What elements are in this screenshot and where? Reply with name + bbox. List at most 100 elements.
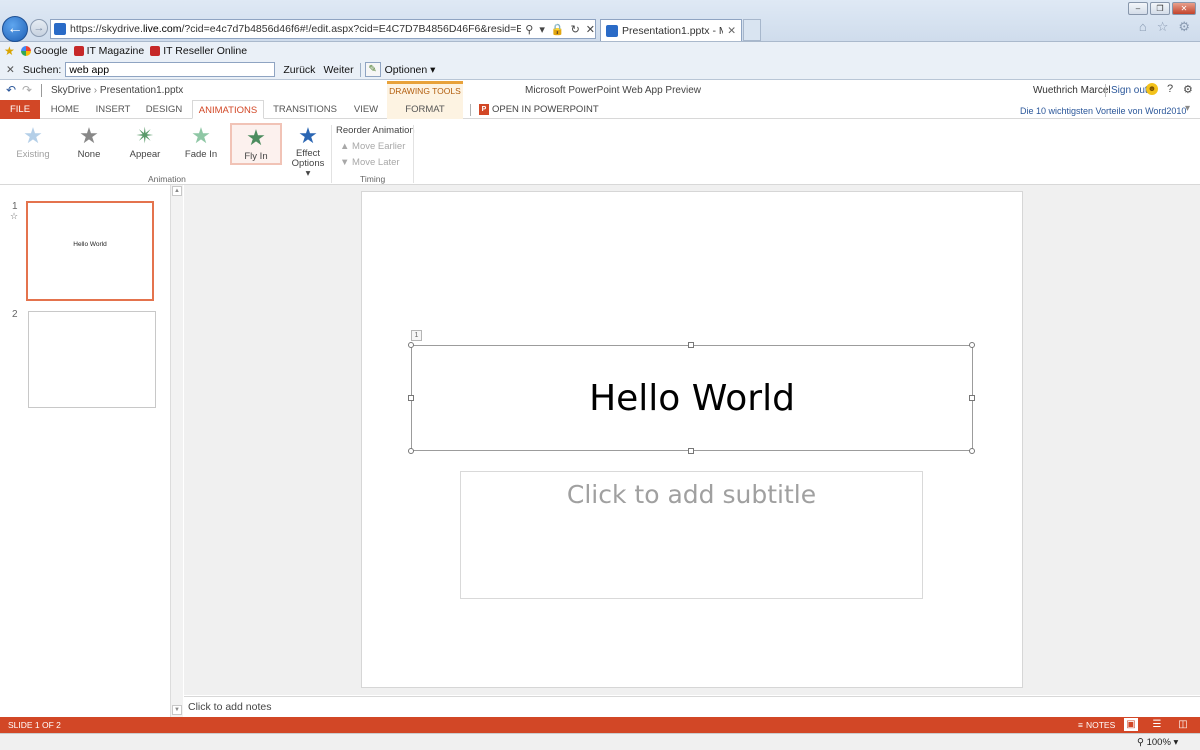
favorites-star-icon[interactable]: ☆ [1157, 19, 1169, 35]
open-in-powerpoint-button[interactable]: P OPEN IN POWERPOINT [479, 100, 599, 119]
address-bar[interactable]: https://skydrive.live.com/?cid=e4c7d7b48… [50, 19, 596, 39]
subtitle-placeholder[interactable]: Click to add subtitle [460, 471, 923, 599]
resize-handle[interactable] [969, 448, 975, 454]
slide-count: SLIDE 1 OF 2 [8, 720, 61, 730]
lock-icon[interactable]: 🔒 [551, 23, 565, 36]
resize-handle[interactable] [688, 342, 694, 348]
resize-handle[interactable] [408, 448, 414, 454]
reading-view-icon[interactable]: ☰ [1150, 718, 1164, 731]
tab-file[interactable]: FILE [0, 100, 40, 119]
effect-appear-button[interactable]: ✴ Appear [120, 123, 170, 165]
browser-status-bar: ⚲ 100% ▾ [0, 733, 1200, 750]
breadcrumb-skydrive[interactable]: SkyDrive [51, 85, 91, 96]
ribbon-tab-bar: FILE HOME INSERT DESIGN ANIMATIONS TRANS… [0, 100, 1200, 119]
status-bar: SLIDE 1 OF 2 ≡ NOTES ▣ ☰ ◫ [0, 717, 1200, 733]
thumbnail-scrollbar[interactable]: ▲ ▼ [170, 185, 183, 717]
url-text: https://skydrive.live.com/?cid=e4c7d7b48… [70, 23, 522, 35]
browser-toolbar: ← → https://skydrive.live.com/?cid=e4c7d… [0, 0, 1200, 42]
help-button[interactable]: ? [1167, 83, 1173, 95]
tab-format[interactable]: FORMAT [387, 100, 463, 119]
browser-tab[interactable]: Presentation1.pptx - Micro... ✕ [600, 19, 742, 41]
close-window-button[interactable]: ✕ [1172, 2, 1196, 15]
normal-view-icon[interactable]: ▣ [1124, 718, 1138, 731]
highlight-icon[interactable]: ✎ [364, 62, 381, 77]
smiley-feedback-icon[interactable]: ☻ [1146, 83, 1158, 95]
tab-insert[interactable]: INSERT [93, 100, 133, 119]
slideshow-view-icon[interactable]: ◫ [1176, 718, 1190, 731]
move-later-button[interactable]: ▼ Move Later [340, 157, 400, 168]
thumbnail-title: Hello World [73, 241, 107, 248]
favorite-it-magazine[interactable]: IT Magazine [73, 45, 144, 57]
app-title: Microsoft PowerPoint Web App Preview [525, 85, 702, 96]
effect-options-button[interactable]: ★ Effect Options ▾ [288, 123, 328, 179]
appear-star-icon: ✴ [135, 123, 155, 148]
dropdown-arrow-icon[interactable]: ▾ [539, 23, 545, 36]
promo-link[interactable]: Die 10 wichtigsten Vorteile von Word2010 [1020, 106, 1186, 116]
new-tab-button[interactable] [743, 19, 761, 41]
animation-order-tag[interactable]: 1 [411, 330, 422, 341]
slide-thumbnail[interactable] [28, 311, 156, 408]
stop-icon[interactable]: ✕ [586, 23, 595, 36]
resize-handle[interactable] [688, 448, 694, 454]
minimize-button[interactable]: – [1128, 2, 1148, 15]
pin-icon[interactable]: ▾ [1185, 103, 1190, 114]
find-next-button[interactable]: Weiter [323, 64, 353, 76]
home-icon[interactable]: ⌂ [1139, 19, 1147, 35]
slide-thumbnail[interactable]: Hello World [26, 201, 154, 301]
resize-handle[interactable] [969, 395, 975, 401]
undo-icon[interactable]: ↶ [6, 83, 16, 97]
find-label: Suchen: [22, 63, 62, 76]
tab-view[interactable]: VIEW [348, 100, 384, 119]
forward-arrow-icon[interactable]: → [30, 19, 48, 37]
divider [470, 104, 471, 116]
tab-close-icon[interactable]: ✕ [727, 25, 736, 37]
find-previous-button[interactable]: Zurück [283, 64, 315, 76]
sign-out-link[interactable]: Sign out [1111, 85, 1148, 96]
favorite-it-reseller[interactable]: IT Reseller Online [150, 45, 247, 57]
divider [41, 84, 42, 97]
find-bar: ✕ Suchen: Zurück Weiter ✎ Optionen ▾ [0, 60, 1200, 80]
tab-home[interactable]: HOME [46, 100, 84, 119]
redo-icon[interactable]: ↷ [22, 83, 32, 97]
resize-handle[interactable] [408, 395, 414, 401]
settings-gear-icon[interactable]: ⚙ [1183, 83, 1193, 96]
favorite-google[interactable]: Google [20, 45, 68, 57]
refresh-icon[interactable]: ↻ [571, 23, 580, 36]
notes-placeholder: Click to add notes [188, 701, 272, 713]
title-placeholder[interactable]: Hello World [411, 345, 973, 451]
site-favicon-icon [54, 23, 66, 35]
down-arrow-icon: ▼ [340, 157, 350, 168]
tab-transitions[interactable]: TRANSITIONS [272, 100, 338, 119]
notes-icon: ≡ [1078, 720, 1083, 730]
back-arrow-icon[interactable]: ← [2, 16, 28, 42]
notes-pane[interactable]: Click to add notes [184, 696, 1200, 717]
close-icon[interactable]: ✕ [6, 64, 15, 76]
tab-design[interactable]: DESIGN [143, 100, 185, 119]
effect-none-button[interactable]: ★ None [64, 123, 114, 165]
notes-toggle-button[interactable]: ≡ NOTES [1078, 720, 1115, 730]
effect-fade-in-button[interactable]: ★ Fade In [176, 123, 226, 165]
divider [1105, 84, 1106, 97]
slide-number: 2 [12, 309, 18, 320]
zoom-icon: ⚲ [1137, 737, 1144, 748]
search-icon[interactable]: ⚲ [525, 23, 533, 36]
tools-gear-icon[interactable]: ⚙ [1178, 19, 1190, 35]
user-name: Wuethrich Marcel [1033, 85, 1111, 96]
find-input[interactable] [65, 62, 276, 77]
none-star-icon: ★ [79, 123, 99, 148]
scroll-down-icon[interactable]: ▼ [172, 705, 182, 715]
restore-button[interactable]: ❐ [1150, 2, 1170, 15]
scroll-up-icon[interactable]: ▲ [172, 186, 182, 196]
tab-animations[interactable]: ANIMATIONS [192, 100, 264, 119]
effect-fly-in-button[interactable]: ★ Fly In [230, 123, 282, 165]
slide-thumbnail-panel: 1 ☆ Hello World 2 [0, 185, 170, 717]
resize-handle[interactable] [969, 342, 975, 348]
it-magazine-icon [73, 46, 84, 56]
move-earlier-button[interactable]: ▲ Move Earlier [340, 141, 405, 152]
favorites-star-icon[interactable]: ★ [4, 44, 15, 58]
resize-handle[interactable] [408, 342, 414, 348]
zoom-level[interactable]: ⚲ 100% ▾ [1137, 737, 1178, 748]
effect-existing-button[interactable]: ★ Existing [8, 123, 58, 165]
google-icon [20, 46, 31, 56]
options-button[interactable]: Optionen ▾ [385, 64, 436, 76]
